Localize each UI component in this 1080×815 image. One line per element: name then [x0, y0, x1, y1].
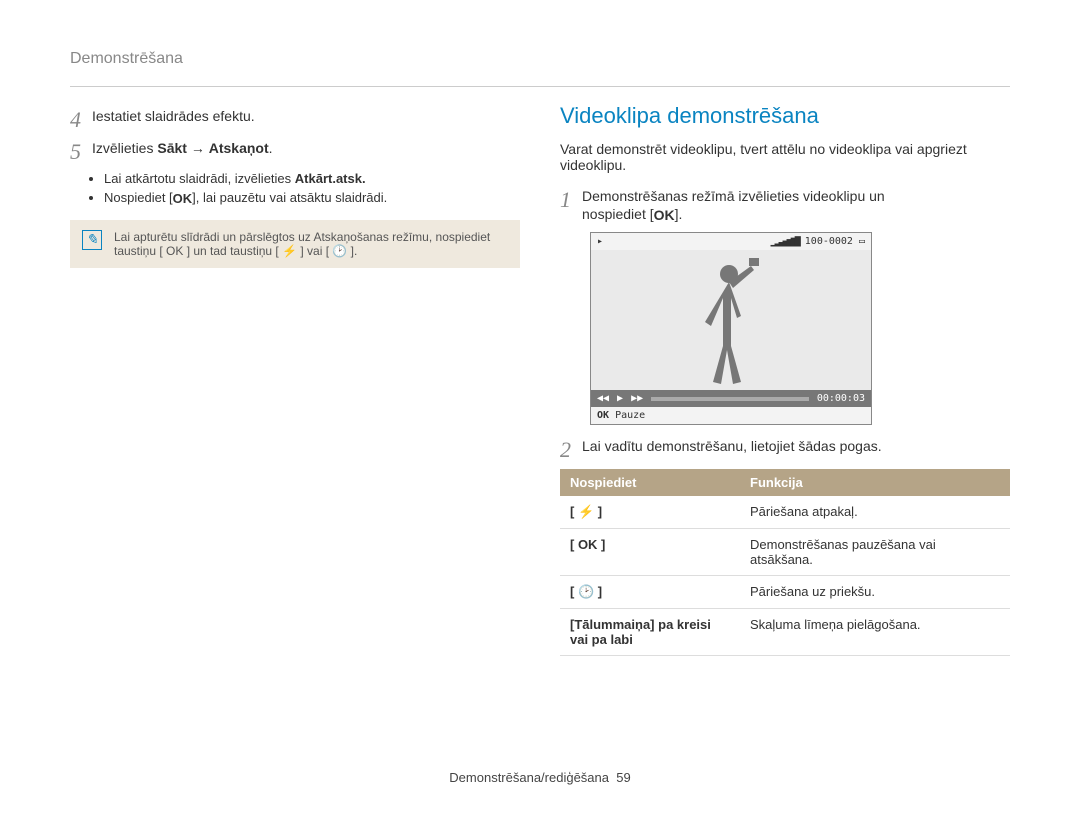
step-number: 5: [70, 139, 92, 163]
intro-text: Varat demonstrēt videoklipu, tvert attēl…: [560, 141, 1010, 173]
step-text: Demonstrēšanas režīmā izvēlieties videok…: [582, 187, 885, 224]
t: .: [269, 140, 273, 156]
right-column: Videoklipa demonstrēšana Varat demonstrē…: [560, 103, 1010, 762]
t-bold: Atskaņot: [209, 140, 269, 156]
list-item: Nospiediet [OK], lai pauzētu vai atsāktu…: [104, 190, 520, 206]
t: Izvēlieties: [92, 140, 157, 156]
cell-key: [ 🕑 ]: [560, 576, 740, 609]
divider: [70, 86, 1010, 87]
table-row: [ ⚡ ] Pāriešana atpakaļ.: [560, 496, 1010, 529]
t: Lai atkārtotu slaidrādi, izvēlieties: [104, 171, 295, 186]
t: ].: [675, 206, 683, 222]
note-icon: ✎: [82, 230, 102, 250]
step-text: Izvēlieties Sākt → Atskaņot.: [92, 139, 273, 157]
bullet-list: Lai atkārtotu slaidrādi, izvēlieties Atk…: [104, 171, 520, 206]
step-text: Iestatiet slaidrādes efektu.: [92, 107, 255, 125]
table-row: [ 🕑 ] Pāriešana uz priekšu.: [560, 576, 1010, 609]
t-bold: Sākt: [157, 140, 187, 156]
play-icon: ▶: [617, 393, 623, 404]
note-text: Lai apturētu slīdrādi un pārslēgtos uz A…: [114, 230, 508, 258]
cell-key: [ ⚡ ]: [560, 496, 740, 529]
cell-key: [ OK ]: [560, 529, 740, 576]
cell-val: Skaļuma līmeņa pielāgošana.: [740, 609, 1010, 656]
t: ], lai pauzētu vai atsāktu slaidrādi.: [192, 190, 387, 205]
step-4: 4 Iestatiet slaidrādes efektu.: [70, 107, 520, 131]
forward-icon: ▶▶: [631, 393, 643, 404]
table-row: [ OK ] Demonstrēšanas pauzēšana vai atsā…: [560, 529, 1010, 576]
cell-val: Pāriešana uz priekšu.: [740, 576, 1010, 609]
page-footer: Demonstrēšana/rediģēšana 59: [70, 762, 1010, 785]
step-number: 2: [560, 437, 582, 461]
step-text: Lai vadītu demonstrēšanu, lietojiet šāda…: [582, 437, 882, 455]
t: Nospiediet [: [104, 190, 173, 205]
step-number: 1: [560, 187, 582, 211]
ok-label: OK: [597, 410, 609, 421]
t: →: [187, 140, 209, 156]
t: nospiediet [: [582, 206, 654, 222]
rewind-icon: ◀◀: [597, 393, 609, 404]
video-preview: ▸ ▁▂▃▄▅▆▇ 100-0002 ▭: [590, 232, 872, 425]
ok-icon: OK: [654, 206, 675, 224]
cell-key: [Tālummaiņa] pa kreisi vai pa labi: [560, 609, 740, 656]
th-press: Nospiediet: [560, 469, 740, 496]
silhouette-figure: [681, 256, 781, 386]
step-1: 1 Demonstrēšanas režīmā izvēlieties vide…: [560, 187, 1010, 224]
left-column: 4 Iestatiet slaidrādes efektu. 5 Izvēlie…: [70, 103, 520, 762]
step-2: 2 Lai vadītu demonstrēšanu, lietojiet šā…: [560, 437, 1010, 461]
footer-text: Demonstrēšana/rediģēšana: [449, 770, 609, 785]
th-function: Funkcija: [740, 469, 1010, 496]
function-table: Nospiediet Funkcija [ ⚡ ] Pāriešana atpa…: [560, 469, 1010, 656]
step-5: 5 Izvēlieties Sākt → Atskaņot.: [70, 139, 520, 163]
cell-val: Demonstrēšanas pauzēšana vai atsākšana.: [740, 529, 1010, 576]
t: Demonstrēšanas režīmā izvēlieties videok…: [582, 188, 885, 204]
table-row: [Tālummaiņa] pa kreisi vai pa labi Skaļu…: [560, 609, 1010, 656]
pause-label: Pauze: [615, 410, 645, 421]
section-title: Videoklipa demonstrēšana: [560, 103, 1010, 129]
progress-bar: [651, 397, 809, 401]
t-bold: Atkārt.atsk.: [295, 171, 366, 186]
list-item: Lai atkārtotu slaidrādi, izvēlieties Atk…: [104, 171, 520, 186]
play-icon: ▸: [597, 236, 603, 247]
timecode: 00:00:03: [817, 393, 865, 404]
cell-val: Pāriešana atpakaļ.: [740, 496, 1010, 529]
breadcrumb: Demonstrēšana: [70, 50, 1010, 68]
page-number: 59: [616, 770, 630, 785]
file-counter: ▁▂▃▄▅▆▇ 100-0002 ▭: [771, 236, 865, 247]
note-box: ✎ Lai apturētu slīdrādi un pārslēgtos uz…: [70, 220, 520, 268]
ok-icon: OK: [173, 191, 193, 206]
step-number: 4: [70, 107, 92, 131]
